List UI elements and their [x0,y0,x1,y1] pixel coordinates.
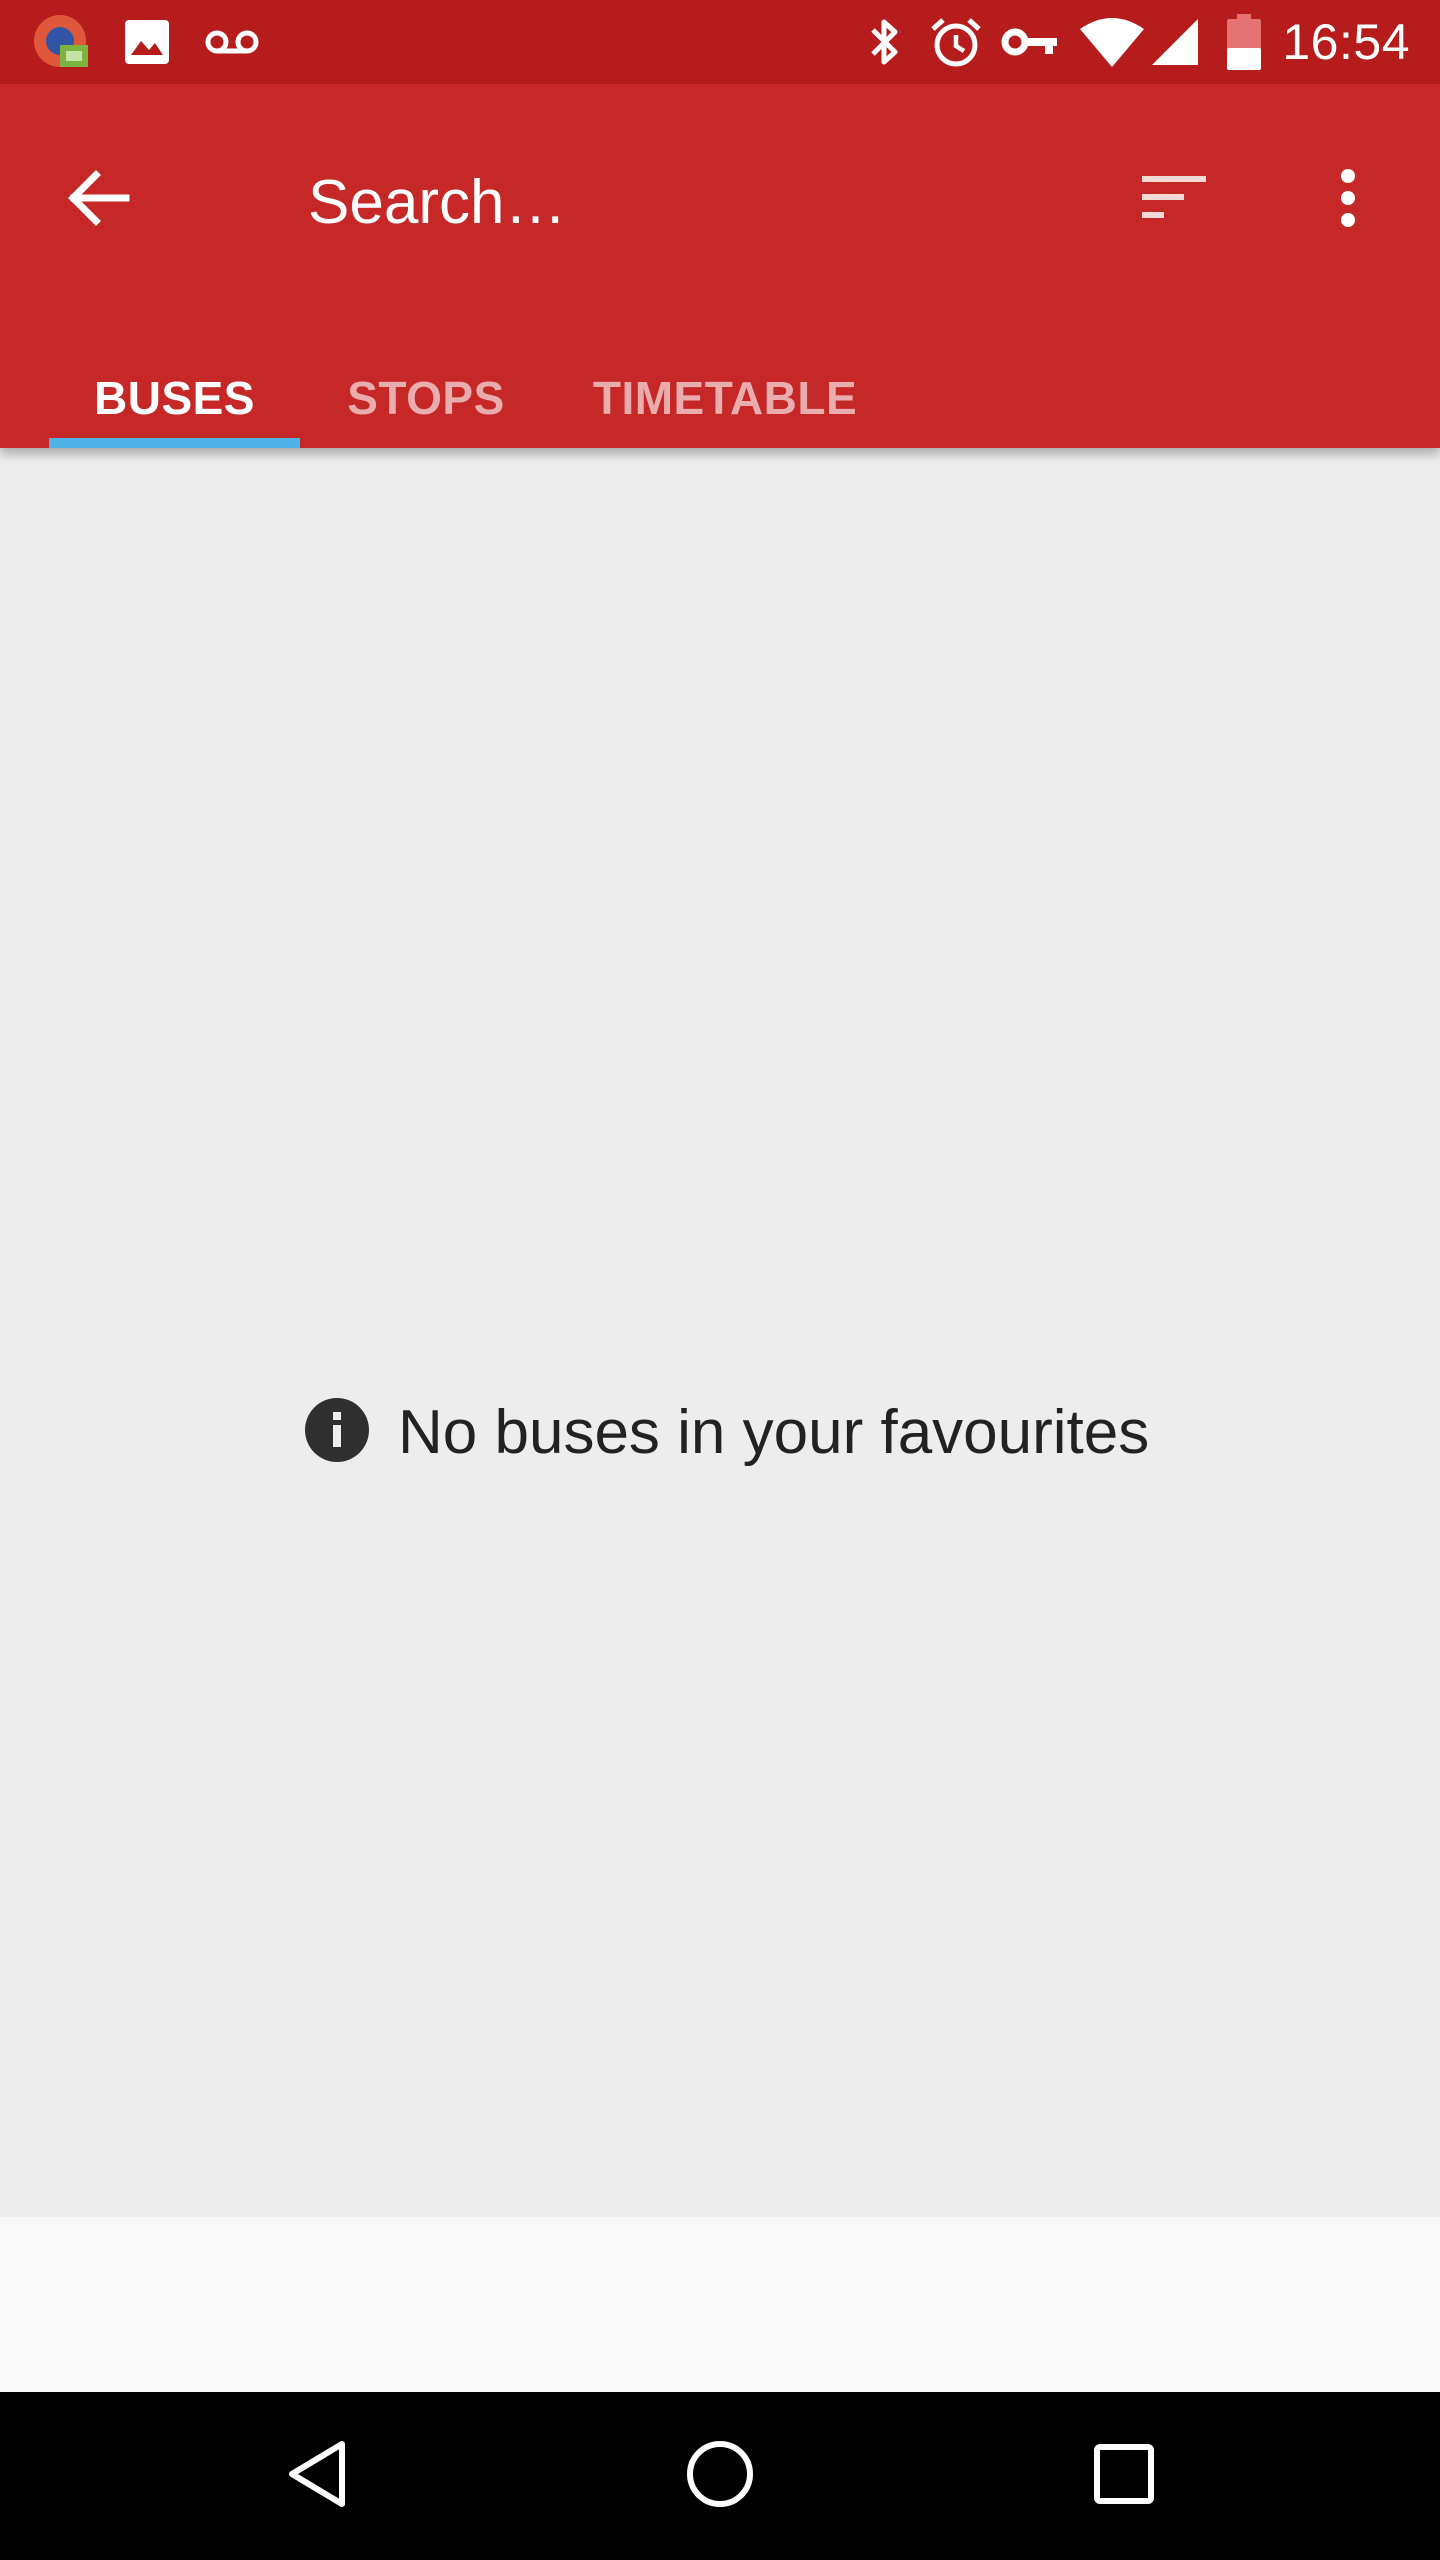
app-notification-icon [30,0,96,84]
tab-indicator [49,438,300,448]
battery-icon [1224,0,1264,84]
empty-message: No buses in your favourites [398,1397,1150,1467]
app-bar: BUSES STOPS TIMETABLE [0,84,1440,448]
voicemail-icon [202,0,262,84]
content-area [0,448,1440,2217]
tab-bar: BUSES STOPS TIMETABLE [0,348,1440,448]
nav-recents-icon [1092,2442,1156,2511]
more-options-button[interactable] [1290,142,1406,258]
bottom-area [0,2217,1440,2392]
signal-icon [1148,0,1202,84]
tab-timetable[interactable]: TIMETABLE [572,348,878,448]
back-button[interactable] [40,142,156,258]
navigation-bar [0,2392,1440,2560]
alarm-icon [928,0,984,84]
wifi-icon [1078,0,1146,84]
bluetooth-icon [860,0,910,84]
nav-back-button[interactable] [256,2416,376,2536]
nav-home-button[interactable] [660,2416,780,2536]
sort-button[interactable] [1116,142,1232,258]
nav-recents-button[interactable] [1064,2416,1184,2536]
tab-buses[interactable]: BUSES [49,348,300,448]
sort-icon [1140,174,1208,227]
more-vert-icon [1338,168,1358,233]
image-icon [122,0,172,84]
tab-stops[interactable]: STOPS [326,348,526,448]
arrow-back-icon [66,169,130,231]
nav-home-icon [685,2439,755,2514]
vpn-key-icon [1000,0,1062,84]
info-icon [304,1397,370,1468]
empty-state: No buses in your favourites [304,1392,1149,1472]
status-time: 16:54 [1282,14,1410,70]
status-bar: 16:54 [0,0,1440,84]
nav-back-icon [284,2438,348,2515]
search-input[interactable] [308,150,1068,254]
